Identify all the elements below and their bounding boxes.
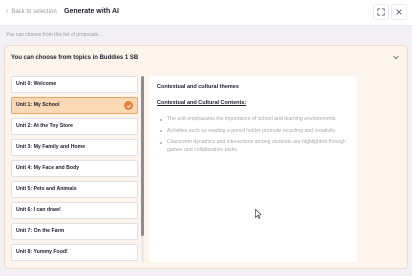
page-title: Generate with AI (64, 7, 119, 15)
unit-item[interactable]: Unit 2: At the Toy Store (11, 118, 138, 135)
expand-button[interactable] (373, 4, 389, 20)
unit-item[interactable]: Unit 7: On the Farm (11, 223, 138, 240)
unit-label: Unit 4: My Face and Body (16, 165, 80, 171)
bullet-item: Classroom dynamics and interactions amon… (157, 139, 353, 154)
unit-list-scrollbar[interactable] (141, 76, 144, 262)
unit-list: Unit 0: Welcome Unit 1: My School Unit 2… (11, 76, 142, 262)
content-bullets: The unit emphasizes the importance of sc… (157, 116, 353, 158)
back-label: Back to selection (11, 8, 57, 15)
top-bar: ‹ Back to selection Generate with AI (0, 0, 412, 26)
unit-item[interactable]: Unit 8: Yummy Food! (11, 244, 138, 261)
bullet-item: Activities such as reading a pencil hold… (157, 128, 353, 135)
unit-item[interactable]: Unit 5: Pets and Animals (11, 181, 138, 198)
back-to-selection-link[interactable]: ‹ Back to selection (6, 8, 57, 15)
content-title: Contextual and cultural themes (157, 84, 239, 90)
unit-label: Unit 8: Yummy Food! (16, 249, 68, 255)
unit-label: Unit 6: I can draw! (16, 207, 61, 213)
topics-panel: You can choose from topics in Buddies 1 … (4, 45, 408, 269)
close-button[interactable] (391, 4, 407, 20)
close-icon (396, 9, 402, 15)
check-icon (124, 101, 133, 110)
unit-label: Unit 5: Pets and Animals (16, 186, 77, 192)
content-subtitle: Contextual and Cultural Contents: (157, 100, 247, 106)
chevron-down-icon[interactable] (392, 53, 400, 61)
unit-item[interactable]: Unit 0: Welcome (11, 76, 138, 93)
chevron-left-icon: ‹ (6, 8, 9, 15)
unit-label: Unit 7: On the Farm (16, 228, 65, 234)
unit-item[interactable]: Unit 6: I can draw! (11, 202, 138, 219)
unit-content-card: Contextual and cultural themes Contextua… (149, 76, 357, 262)
unit-item[interactable]: Unit 4: My Face and Body (11, 160, 138, 177)
bullet-item: The unit emphasizes the importance of sc… (157, 116, 353, 123)
panel-header: You can choose from topics in Buddies 1 … (11, 55, 139, 61)
mouse-cursor-icon (255, 209, 261, 219)
unit-item[interactable]: Unit 3: My Family and Home (11, 139, 138, 156)
unit-label: Unit 2: At the Toy Store (16, 123, 74, 129)
unit-label: Unit 1: My School (16, 102, 60, 108)
proposals-hint: You can choose from this list of proposa… (6, 32, 103, 38)
scrollbar-thumb[interactable] (141, 76, 144, 236)
unit-item-selected[interactable]: Unit 1: My School (11, 97, 138, 114)
unit-label: Unit 0: Welcome (16, 81, 57, 87)
unit-label: Unit 3: My Family and Home (16, 144, 86, 150)
expand-icon (377, 8, 385, 16)
